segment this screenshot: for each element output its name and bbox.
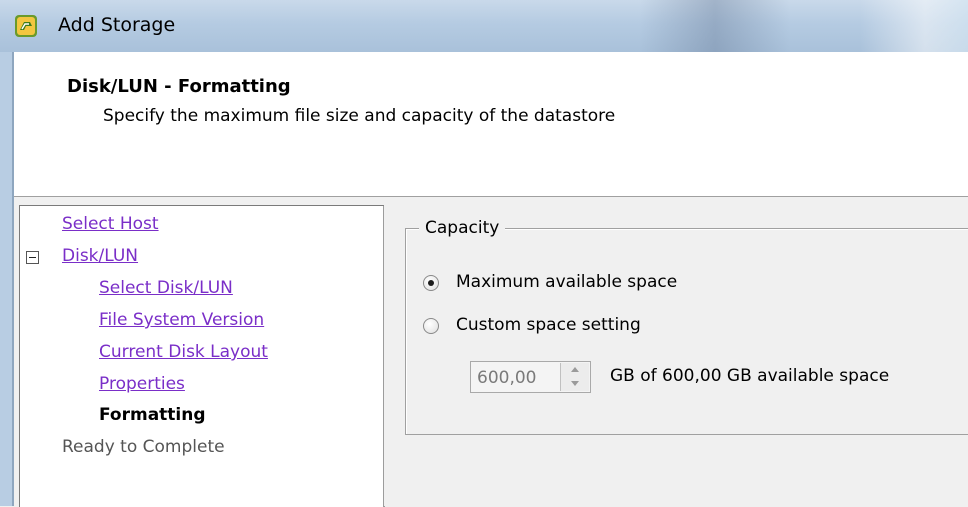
window-title: Add Storage [58, 14, 176, 36]
nav-item-file-system-version[interactable]: File System Version [99, 310, 264, 330]
collapse-icon[interactable] [26, 251, 39, 264]
nav-item-disk-lun[interactable]: Disk/LUN [62, 246, 138, 266]
custom-space-label[interactable]: Custom space setting [456, 315, 641, 335]
nav-item-select-disk-lun[interactable]: Select Disk/LUN [99, 278, 233, 298]
nav-item-ready-to-complete: Ready to Complete [62, 437, 225, 457]
wizard-header: Disk/LUN - Formatting Specify the maximu… [14, 52, 968, 197]
capacity-spinner-value[interactable]: 600,00 [477, 368, 536, 388]
nav-item-select-host[interactable]: Select Host [62, 214, 159, 234]
available-space-text: GB of 600,00 GB available space [610, 366, 890, 386]
nav-item-current-disk-layout[interactable]: Current Disk Layout [99, 342, 268, 362]
spin-down-icon[interactable] [561, 377, 589, 391]
spinner-buttons[interactable] [560, 363, 589, 391]
custom-space-radio[interactable] [423, 318, 439, 334]
nav-item-properties[interactable]: Properties [99, 374, 185, 394]
vsphere-storage-icon [15, 15, 37, 37]
page-subtitle: Specify the maximum file size and capaci… [103, 106, 616, 126]
max-space-radio[interactable] [423, 275, 439, 291]
spin-up-icon[interactable] [561, 363, 589, 378]
max-space-label[interactable]: Maximum available space [456, 272, 677, 292]
wizard-navigation: Select Host Disk/LUN Select Disk/LUN Fil… [19, 205, 385, 507]
capacity-legend: Capacity [419, 218, 506, 238]
titlebar-glass-highlight [860, 0, 968, 52]
titlebar-glass-reflection [640, 0, 790, 52]
page-title: Disk/LUN - Formatting [67, 76, 291, 97]
window-frame [0, 52, 12, 506]
title-bar: Add Storage [0, 0, 968, 52]
capacity-spinner[interactable]: 600,00 [470, 361, 591, 393]
nav-item-formatting: Formatting [99, 405, 206, 425]
